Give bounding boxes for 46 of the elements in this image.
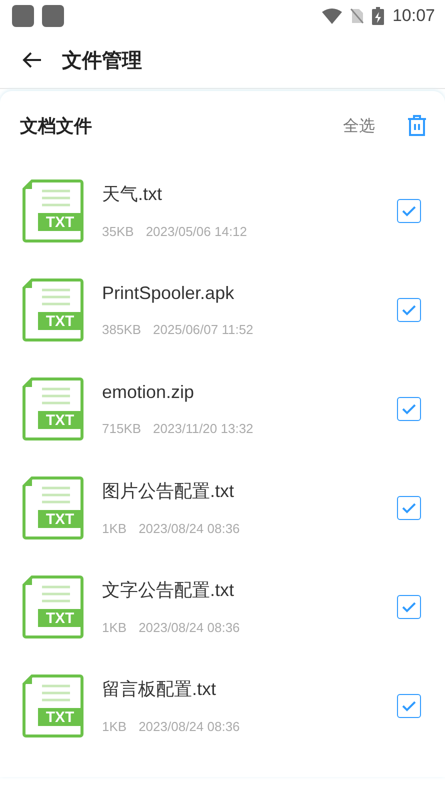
- file-size: 35KB: [102, 224, 134, 239]
- checkbox[interactable]: [397, 594, 421, 618]
- file-size: 1KB: [102, 521, 127, 536]
- no-sim-icon: [350, 8, 364, 24]
- file-name: 图片公告配置.txt: [102, 480, 236, 503]
- checkbox[interactable]: [397, 198, 421, 222]
- file-date: 2023/08/24 08:36: [138, 620, 240, 635]
- delete-icon[interactable]: [407, 115, 427, 137]
- text-file-icon: TXT: [22, 674, 84, 738]
- file-size: 1KB: [102, 719, 127, 734]
- file-date: 2025/06/07 11:52: [153, 322, 254, 336]
- file-name: 留言板配置.txt: [102, 678, 218, 701]
- text-file-icon: TXT: [22, 574, 84, 638]
- checkbox[interactable]: [397, 396, 421, 420]
- file-date: 2023/05/06 14:12: [146, 224, 248, 239]
- file-size: 715KB: [102, 420, 142, 436]
- file-date: 2023/08/24 08:36: [138, 719, 240, 734]
- file-name: PrintSpooler.apk: [102, 282, 236, 304]
- battery-icon: [372, 7, 384, 25]
- notification-icon: [42, 5, 64, 27]
- file-size: 1KB: [102, 620, 127, 635]
- select-all-link[interactable]: 全选: [343, 116, 375, 136]
- text-file-icon: TXT: [22, 376, 84, 440]
- wifi-icon: [322, 8, 342, 24]
- text-file-icon: TXT: [22, 278, 84, 342]
- file-date: 2023/11/20 13:32: [153, 420, 254, 436]
- notification-icon: [12, 5, 34, 27]
- check-icon: [401, 502, 417, 514]
- check-icon: [401, 600, 417, 612]
- file-size: 385KB: [102, 322, 142, 336]
- checkbox[interactable]: [397, 694, 421, 718]
- status-time: 10:07: [392, 6, 435, 26]
- checkbox[interactable]: [397, 496, 421, 520]
- file-name: 文字公告配置.txt: [102, 579, 236, 602]
- check-icon: [401, 304, 417, 316]
- text-file-icon: TXT: [22, 476, 84, 540]
- checkbox[interactable]: [397, 298, 421, 322]
- section-title: 文档文件: [20, 115, 93, 138]
- file-date: 2023/08/24 08:36: [138, 521, 240, 536]
- page-title: 文件管理: [62, 48, 142, 74]
- file-name: 天气.txt: [102, 183, 164, 206]
- file-name: emotion.zip: [102, 382, 196, 402]
- text-file-icon: TXT: [22, 178, 84, 242]
- check-icon: [401, 700, 417, 712]
- check-icon: [401, 204, 417, 216]
- check-icon: [401, 402, 417, 414]
